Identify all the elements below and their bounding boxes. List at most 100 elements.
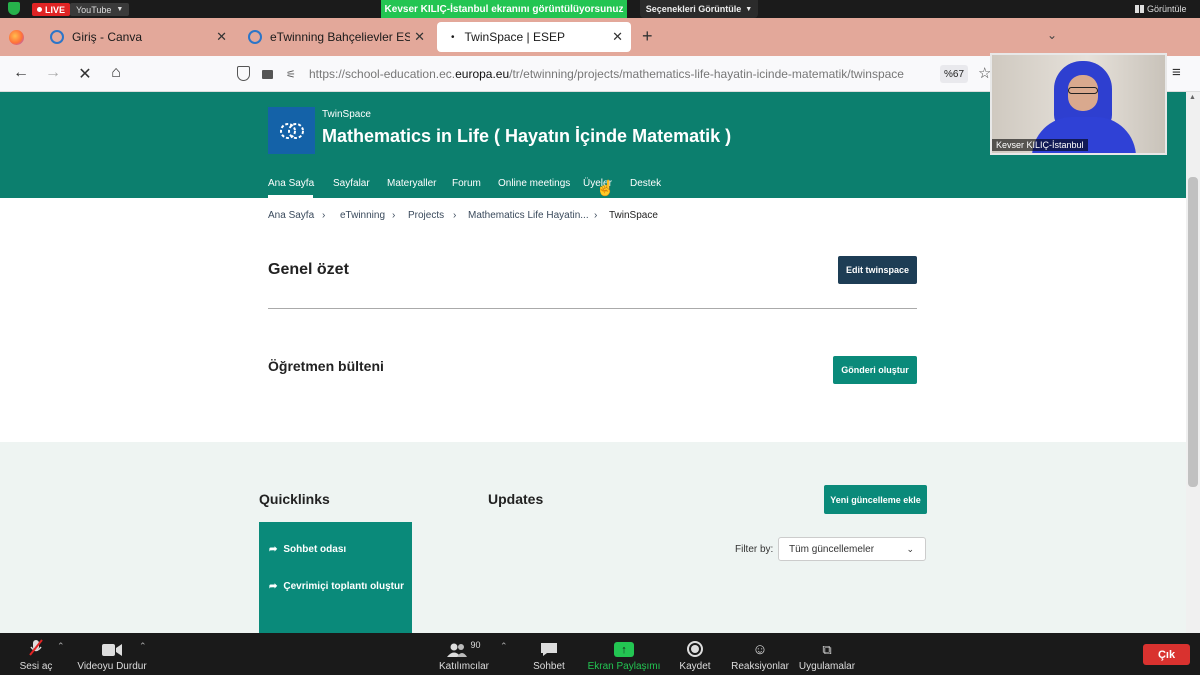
tab-twinspace-active[interactable]: • TwinSpace | ESEP ✕ [437,22,631,52]
etwinning-icon [248,30,262,44]
chevron-right-icon: › [453,210,457,221]
nav-forum[interactable]: Forum [452,178,481,189]
site-kicker: TwinSpace [322,109,371,120]
participant-video[interactable]: Kevser KILIÇ-İstanbul [990,53,1167,155]
unmute-button[interactable]: Sesi aç [16,633,56,675]
overview-title: Genel özet [268,261,349,278]
apps-label: Uygulamalar [798,661,856,672]
zoom-control-bar: Sesi aç ⌃ Videoyu Durdur ⌃ 90 Katılımcıl… [0,633,1200,675]
url-path: /tr/etwinning/projects/mathematics-life-… [509,67,904,81]
leave-button[interactable]: Çık [1143,644,1190,665]
share-screen-label: Ekran Paylaşımı [587,661,661,672]
twinspace-logo [268,107,315,154]
chat-button[interactable]: Sohbet [530,633,568,675]
nav-online-meetings[interactable]: Online meetings [498,178,570,189]
live-badge[interactable]: LIVE [32,3,71,16]
tab-label: eTwinning Bahçelievler ESEP Bi... [270,30,410,44]
stop-video-label: Videoyu Durdur [77,661,147,672]
view-options-button[interactable]: Seçenekleri Görüntüle ▼ [640,0,758,18]
chevron-down-icon: ▼ [745,5,753,13]
share-banner: Kevser KILIÇ-İstanbul ekranını görüntülü… [381,0,627,18]
lower-section: Quicklinks ➦ Sohbet odası ➦ Çevrimiçi topl… [0,442,1186,633]
live-label: LIVE [45,4,66,15]
reactions-button[interactable]: ☺ Reaksiyonlar [730,633,790,675]
nav-ana-sayfa[interactable]: Ana Sayfa [268,178,314,189]
stop-video-button[interactable]: Videoyu Durdur [76,633,148,675]
section-divider [268,308,917,309]
record-button[interactable]: Kaydet [676,633,714,675]
tab-etwinning[interactable]: eTwinning Bahçelievler ESEP Bi... ✕ [238,22,433,52]
scrollbar-thumb[interactable] [1188,177,1198,487]
breadcrumb-twinspace: TwinSpace [609,210,658,221]
firefox-icon[interactable] [9,30,24,45]
breadcrumb-etwinning[interactable]: eTwinning [340,210,385,221]
chevron-down-icon: ▼ [116,6,124,13]
close-icon[interactable]: ✕ [216,29,227,45]
loading-dot-icon: • [451,31,455,43]
quicklink-online-meeting[interactable]: ➦ Çevrimiçi toplantı oluştur [269,580,404,594]
youtube-label: YouTube [76,4,112,15]
chat-label: Sohbet [533,661,565,672]
filter-label: Filter by: [735,544,774,555]
nav-materyaller[interactable]: Materyaller [387,178,436,189]
permissions-icon[interactable]: ⚟ [286,68,296,81]
smiley-plus-icon: ☺ [752,641,768,658]
edit-twinspace-button[interactable]: Edit twinspace [838,256,917,284]
browser-tab-bar: Giriş - Canva ✕ eTwinning Bahçelievler E… [0,18,1200,56]
share-screen-button[interactable]: ↑ Ekran Paylaşımı [588,633,660,675]
menu-icon[interactable]: ≡ [1172,64,1181,81]
back-icon[interactable]: ← [11,64,31,82]
quicklink-label: Çevrimiçi toplantı oluştur [283,581,404,592]
close-icon[interactable]: ✕ [612,29,623,45]
view-button[interactable]: Görüntüle [1135,0,1187,18]
nav-sayfalar[interactable]: Sayfalar [333,178,370,189]
grid-icon [1135,5,1144,13]
forward-icon[interactable]: → [43,64,63,82]
record-label: Kaydet [679,661,711,672]
breadcrumb-ana-sayfa[interactable]: Ana Sayfa [268,210,314,221]
unmute-label: Sesi aç [19,661,53,672]
updates-title: Updates [488,491,544,507]
youtube-dropdown[interactable]: YouTube ▼ [70,3,130,16]
filter-select[interactable]: Tüm güncellemeler ⌄ [778,537,926,561]
canva-icon [50,30,64,44]
url-field[interactable]: https://school-education.ec.europa.eu/tr… [309,67,934,81]
close-icon[interactable]: ✕ [414,29,425,45]
page-scrollbar[interactable]: ▲ [1186,92,1200,633]
participants-count: 90 [470,640,481,650]
quicklink-chat-room[interactable]: ➦ Sohbet odası [269,544,404,555]
chevron-right-icon: › [322,210,326,221]
tab-label: Giriş - Canva [72,30,143,44]
create-post-button[interactable]: Gönderi oluştur [833,356,917,384]
breadcrumb-project[interactable]: Mathematics Life Hayatin... [468,210,589,221]
chevron-up-icon[interactable]: ⌃ [139,641,147,652]
apps-icon: ⧉ [822,642,832,657]
apps-button[interactable]: ⧉ Uygulamalar [798,633,856,675]
new-tab-button[interactable]: + [642,26,653,47]
leave-label: Çık [1157,648,1176,661]
tab-list-chevron-icon[interactable]: ⌄ [1047,28,1057,42]
chevron-right-icon: › [392,210,396,221]
quicklinks-panel: ➦ Sohbet odası ➦ Çevrimiçi toplantı oluştu… [259,522,412,633]
participants-button[interactable]: 90 Katılımcılar [436,633,492,675]
shield-icon[interactable] [237,66,250,81]
nav-destek[interactable]: Destek [630,178,661,189]
lock-icon[interactable] [262,70,273,79]
share-arrow-icon: ➦ [269,581,278,592]
chevron-up-icon[interactable]: ⌃ [500,641,508,652]
chevron-up-icon[interactable]: ⌃ [57,641,65,652]
hand-cursor-icon: ☝ [596,180,615,197]
glasses-icon [1068,87,1098,94]
quicklinks-title: Quicklinks [259,491,330,507]
zoom-level-badge[interactable]: %67 [940,65,969,83]
tab-canva[interactable]: Giriş - Canva ✕ [40,22,235,52]
scroll-up-icon[interactable]: ▲ [1189,94,1196,101]
stop-icon[interactable]: ✕ [75,64,95,84]
add-update-button[interactable]: Yeni güncelleme ekle [824,485,927,514]
url-host: europa.eu [455,67,510,81]
breadcrumb-projects[interactable]: Projects [408,210,444,221]
participants-icon [447,643,468,657]
participant-name: Kevser KILIÇ-İstanbul [992,139,1088,151]
home-icon[interactable]: ⌂ [106,64,126,82]
page-title: Mathematics in Life ( Hayatın İçinde Mat… [322,126,732,146]
